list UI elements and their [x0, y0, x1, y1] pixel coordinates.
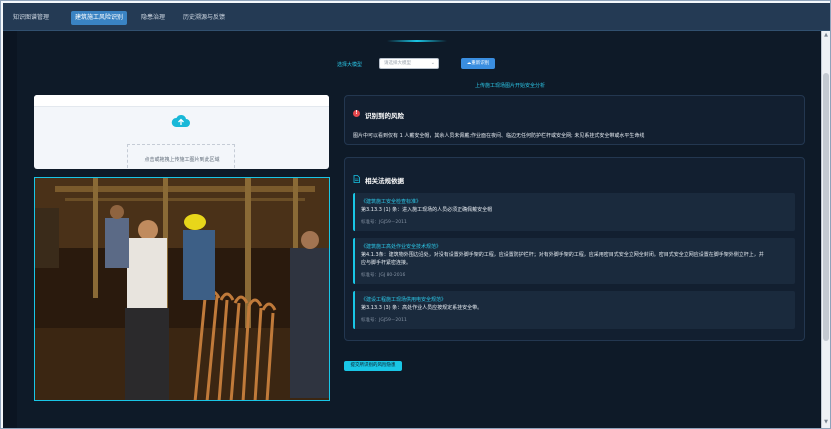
nav-item-knowledge-graph[interactable]: 知识图谱管理	[9, 11, 53, 25]
law-standard-number: 标准号：JGJ59－2011	[361, 318, 407, 323]
nav-item-risk-identification[interactable]: 建筑施工风险识别	[71, 11, 128, 25]
law-card: 《建筑施工安全检查标准》 第3.13.3 (1) 条：进入施工现场的人员必须正确…	[353, 193, 795, 231]
upload-header-bar	[34, 95, 329, 107]
law-clause: 第4.1.3条：建筑物外围边沿处，对没有设置外脚手架的工程，应设置防护栏杆；对有…	[361, 252, 764, 258]
law-clause-continued: 应与脚手杆紧密连接。	[361, 260, 412, 266]
upload-hint: 上传施工现场图片开始安全分析	[475, 83, 546, 89]
document-icon	[353, 175, 360, 183]
upload-dropzone[interactable]: 点击或拖拽上传施工图片到此区域	[34, 95, 329, 169]
law-title: 《建筑施工高处作业安全技术规范》	[361, 244, 442, 250]
uploaded-site-photo	[34, 177, 330, 401]
law-panel: 相关法规依据 《建筑施工安全检查标准》 第3.13.3 (1) 条：进入施工现场…	[344, 157, 805, 341]
cloud-upload-icon	[171, 114, 190, 127]
model-select-label: 选择大模型	[337, 62, 363, 68]
drop-area[interactable]: 点击或拖拽上传施工图片到此区域	[127, 144, 235, 168]
top-nav: 知识图谱管理 建筑施工风险识别 隐患治理 历史溯源与反馈	[3, 3, 830, 31]
model-select-placeholder: 请选择大模型	[384, 61, 411, 66]
nav-item-hazard-governance[interactable]: 隐患治理	[137, 11, 169, 25]
law-clause: 第3.13.3 (3) 条：高处作业人员应按规定系挂安全带。	[361, 305, 483, 311]
risk-panel: ! 识别到的风险 图片中可以看到仅有 1 人戴安全帽，其余人员未佩戴;作业面在夜…	[344, 95, 805, 145]
refresh-button-label: 重新识别	[471, 61, 490, 66]
vertical-scrollbar[interactable]: ▲ ▼	[821, 31, 830, 428]
scroll-down-arrow-icon[interactable]: ▼	[823, 419, 829, 425]
scroll-up-arrow-icon[interactable]: ▲	[823, 32, 829, 38]
law-title: 《建设工程施工现场供用电安全规范》	[361, 297, 447, 303]
warning-icon: !	[353, 110, 360, 117]
scrollbar-thumb[interactable]	[823, 73, 829, 341]
drop-label: 点击或拖拽上传施工图片到此区域	[144, 157, 220, 163]
chevron-down-icon: ⌄	[430, 60, 435, 66]
law-standard-number: 标准号：JGJ59－2011	[361, 220, 407, 225]
window-frame: 知识图谱管理 建筑施工风险识别 隐患治理 历史溯源与反馈 选择大模型 请选择大模…	[0, 0, 831, 429]
risk-panel-title: 识别到的风险	[365, 112, 404, 120]
law-panel-title: 相关法规依据	[365, 177, 404, 185]
submit-risk-button[interactable]: 提交所识别的风险隐患	[344, 361, 402, 371]
law-card: 《建设工程施工现场供用电安全规范》 第3.13.3 (3) 条：高处作业人员应按…	[353, 291, 795, 329]
refresh-button[interactable]: ☁重新识别	[461, 58, 495, 69]
nav-item-history-feedback[interactable]: 历史溯源与反馈	[179, 11, 229, 25]
app-root: 知识图谱管理 建筑施工风险识别 隐患治理 历史溯源与反馈 选择大模型 请选择大模…	[3, 3, 830, 428]
main-content: 选择大模型 请选择大模型 ⌄ ☁重新识别 上传施工现场图片开始安全分析 点击或拖…	[17, 31, 820, 428]
model-select[interactable]: 请选择大模型 ⌄	[379, 58, 439, 69]
law-standard-number: 标准号：JGJ 80-2016	[361, 273, 406, 278]
construction-site-image	[35, 178, 329, 400]
law-card: 《建筑施工高处作业安全技术规范》 第4.1.3条：建筑物外围边沿处，对没有设置外…	[353, 238, 795, 284]
risk-description: 图片中可以看到仅有 1 人戴安全帽，其余人员未佩戴;作业面在夜间、临边无任何防护…	[353, 133, 645, 139]
decorative-divider	[387, 40, 447, 42]
law-clause: 第3.13.3 (1) 条：进入施工现场的人员必须正确佩戴安全帽	[361, 207, 493, 213]
law-title: 《建筑施工安全检查标准》	[361, 199, 422, 205]
